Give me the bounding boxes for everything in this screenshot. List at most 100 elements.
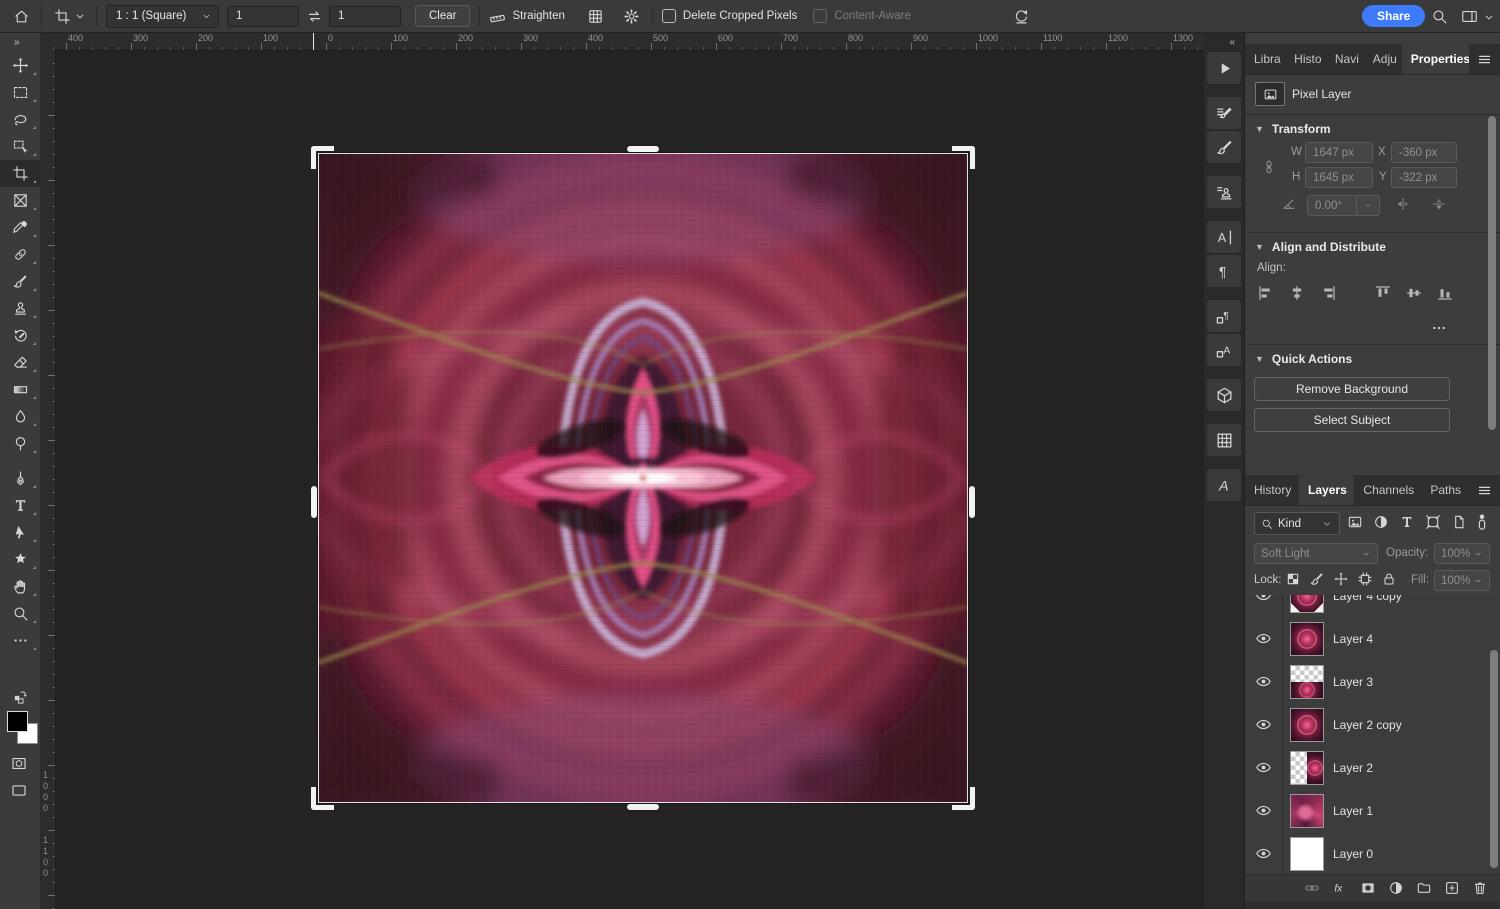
straighten-button[interactable]: Straighten [489, 8, 564, 25]
eyedropper-tool[interactable] [0, 214, 40, 241]
layer-thumbnail[interactable] [1290, 665, 1324, 699]
delete-layer-icon[interactable] [1472, 880, 1488, 896]
home-icon[interactable] [10, 5, 32, 27]
brush-tool[interactable] [0, 268, 40, 295]
align-left-icon[interactable] [1257, 284, 1277, 304]
visibility-eye-icon[interactable] [1245, 703, 1283, 746]
paragraph-styles-panel-icon[interactable]: ¶ [1207, 300, 1241, 332]
reset-crop-icon[interactable] [1010, 5, 1032, 27]
panel-menu-icon[interactable] [1469, 475, 1500, 505]
zoom-tool[interactable] [0, 600, 40, 627]
lock-artboard-icon[interactable] [1357, 571, 1374, 588]
horizontal-ruler[interactable]: 4003002001000100200300400500600700800900… [40, 32, 1204, 51]
layer-row[interactable]: Layer 1 [1245, 789, 1500, 833]
layer-thumbnail[interactable] [1290, 595, 1324, 613]
tab-layers[interactable]: Layers [1299, 475, 1354, 505]
pen-tool[interactable] [0, 465, 40, 492]
brush-settings-panel-icon[interactable] [1207, 97, 1241, 129]
clone-source-panel-icon[interactable] [1207, 176, 1241, 208]
flip-horizontal-icon[interactable] [1395, 196, 1412, 213]
layer-thumbnail[interactable] [1290, 622, 1324, 656]
dodge-tool[interactable] [0, 430, 40, 457]
select-subject-button[interactable]: Select Subject [1254, 408, 1450, 432]
glyphs-panel-icon[interactable]: A [1207, 469, 1241, 501]
visibility-eye-icon[interactable] [1245, 832, 1283, 874]
visibility-eye-icon[interactable] [1245, 617, 1283, 660]
lock-position-icon[interactable] [1333, 571, 1350, 588]
link-layers-icon[interactable] [1304, 880, 1320, 896]
tab-paths[interactable]: Paths [1421, 475, 1469, 505]
crop-handle-top-left[interactable] [311, 146, 334, 169]
actions-panel-icon[interactable] [1207, 52, 1241, 84]
visibility-eye-icon[interactable] [1245, 660, 1283, 703]
fill-field[interactable]: 100% [1434, 570, 1490, 591]
blur-tool[interactable] [0, 403, 40, 430]
custom-shape-tool[interactable] [0, 546, 40, 573]
path-selection-tool[interactable] [0, 519, 40, 546]
crop-ratio-select[interactable]: 1 : 1 (Square) [106, 5, 219, 28]
crop-handle-bottom[interactable] [627, 804, 659, 810]
layer-row[interactable]: Layer 4 [1245, 617, 1500, 661]
spot-healing-brush-tool[interactable] [0, 241, 40, 268]
crop-handle-left[interactable] [311, 486, 317, 518]
tab-properties[interactable]: Properties [1402, 44, 1469, 74]
character-styles-panel-icon[interactable]: A [1207, 334, 1241, 366]
visibility-eye-icon[interactable] [1245, 746, 1283, 789]
lock-paint-icon[interactable] [1309, 571, 1326, 588]
crop-handle-right[interactable] [969, 486, 975, 518]
character-panel-icon[interactable]: A [1207, 221, 1241, 253]
layer-row[interactable]: Layer 0 [1245, 832, 1500, 874]
crop-handle-bottom-left[interactable] [311, 787, 334, 810]
filter-kind-select[interactable]: Kind [1254, 512, 1340, 535]
y-field[interactable]: -322 px [1391, 167, 1457, 188]
clone-stamp-tool[interactable] [0, 295, 40, 322]
delete-cropped-pixels-checkbox[interactable]: Delete Cropped Pixels [662, 9, 797, 23]
dock-collapse-icon[interactable]: « [1204, 32, 1244, 50]
layer-thumbnail[interactable] [1290, 837, 1324, 871]
filter-toggle-icon[interactable] [1473, 509, 1491, 535]
rectangular-marquee-tool[interactable] [0, 79, 40, 106]
workspace-chevron-icon[interactable] [1482, 6, 1496, 28]
layer-thumbnail[interactable] [1290, 751, 1324, 785]
align-right-icon[interactable] [1319, 284, 1339, 304]
link-dimensions-icon[interactable] [1261, 150, 1278, 186]
crop-tool-icon[interactable] [51, 5, 73, 27]
object-selection-tool[interactable] [0, 133, 40, 160]
height-field[interactable]: 1645 px [1305, 167, 1373, 188]
checkbox-box[interactable] [662, 9, 676, 23]
share-button[interactable]: Share [1362, 5, 1425, 27]
quick-mask-icon[interactable] [9, 755, 31, 773]
tool-preset-chevron-icon[interactable] [73, 5, 87, 27]
search-icon[interactable] [1428, 5, 1450, 27]
layer-row[interactable]: Layer 4 copy [1245, 595, 1500, 618]
align-top-icon[interactable] [1374, 284, 1394, 304]
width-field[interactable]: 1647 px [1305, 142, 1373, 163]
workspace-icon[interactable] [1458, 5, 1480, 27]
layer-row[interactable]: Layer 2 copy [1245, 703, 1500, 747]
crop-handle-bottom-right[interactable] [952, 787, 975, 810]
layer-row[interactable]: Layer 3 [1245, 660, 1500, 704]
x-field[interactable]: -360 px [1391, 142, 1457, 163]
new-group-icon[interactable] [1416, 880, 1432, 896]
document-image[interactable] [318, 153, 968, 803]
crop-height-input[interactable] [329, 6, 401, 27]
remove-background-button[interactable]: Remove Background [1254, 377, 1450, 401]
history-brush-tool[interactable] [0, 322, 40, 349]
opacity-field[interactable]: 100% [1434, 543, 1490, 564]
crop-settings-gear-icon[interactable] [621, 5, 643, 27]
align-center-h-icon[interactable] [1288, 284, 1308, 304]
new-layer-icon[interactable] [1444, 880, 1460, 896]
quick-actions-header[interactable]: ▼ Quick Actions [1255, 352, 1352, 366]
crop-width-input[interactable] [227, 6, 299, 27]
crop-handle-top-right[interactable] [952, 146, 975, 169]
new-adjustment-icon[interactable] [1388, 880, 1404, 896]
properties-scrollbar[interactable] [1488, 116, 1496, 430]
tab-navigator[interactable]: Navi [1326, 44, 1364, 74]
move-tool[interactable] [0, 52, 40, 79]
hand-tool[interactable] [0, 573, 40, 600]
swap-dimensions-icon[interactable] [303, 5, 325, 27]
clear-button[interactable]: Clear [415, 5, 470, 27]
visibility-eye-icon[interactable] [1245, 789, 1283, 832]
filter-type-icon[interactable] [1399, 514, 1416, 531]
type-tool[interactable] [0, 492, 40, 519]
